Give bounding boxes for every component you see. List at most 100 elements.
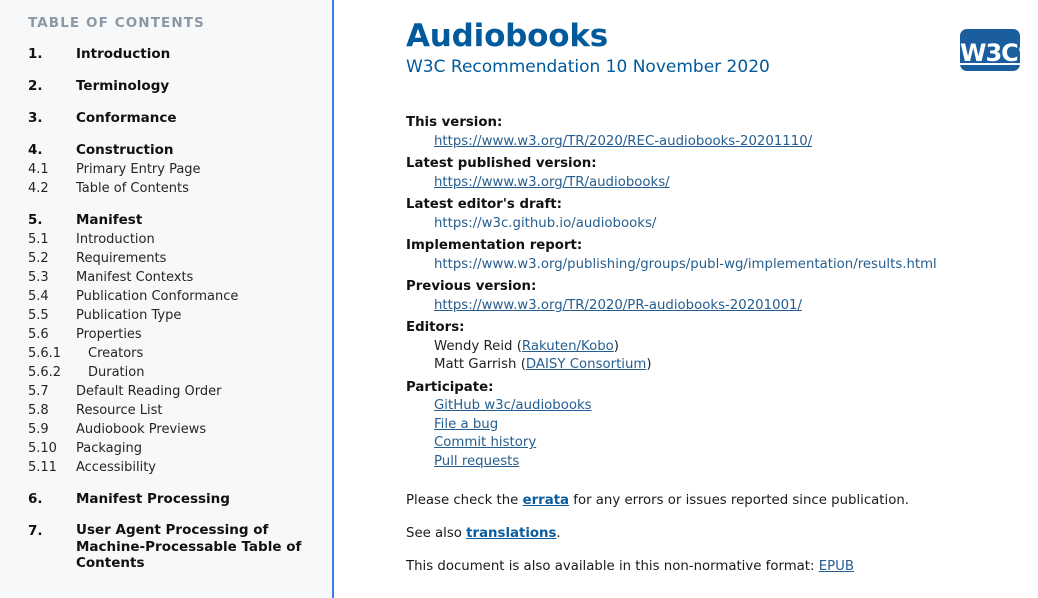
toc-item[interactable]: 5.3 Manifest Contexts (28, 268, 320, 287)
toc-item[interactable]: 5.11 Accessibility (28, 458, 320, 477)
errata-link[interactable]: errata (523, 493, 569, 508)
alternate-format-text: This document is also available in this … (406, 559, 819, 574)
errata-text-after: for any errors or issues reported since … (569, 493, 910, 508)
metadata-url-link[interactable]: https://www.w3.org/TR/2020/REC-audiobook… (434, 134, 812, 149)
toc-list: 1. Introduction 2. Terminology 3. Conformance… (28, 45, 320, 572)
toc-item-number: 5. (28, 212, 43, 228)
toc-item-number: 4.2 (28, 181, 49, 196)
toc-item[interactable]: 2. Terminology (28, 77, 320, 96)
toc-item-number: 5.7 (28, 384, 49, 399)
toc-item-number: 4. (28, 142, 43, 158)
table-of-contents-sidebar: TABLE OF CONTENTS 1. Introduction 2. Termin… (0, 0, 334, 598)
toc-item[interactable]: 4.1 Primary Entry Page (28, 160, 320, 179)
toc-item-number: 5.1 (28, 232, 49, 247)
metadata-term: Latest published version: (406, 156, 597, 171)
epub-format-link[interactable]: EPUB (819, 559, 854, 574)
metadata-url-link[interactable]: https://www.w3.org/TR/2020/PR-audiobooks… (434, 298, 802, 313)
toc-item-label: Introduction (76, 46, 171, 62)
editor-entry: Matt Garrish (DAISY Consortium) (434, 357, 652, 372)
translations-text-before: See also (406, 526, 467, 541)
toc-item[interactable]: 5.5 Publication Type (28, 306, 320, 325)
editor-name: Wendy Reid (434, 338, 513, 354)
alternate-format-paragraph: This document is also available in this … (406, 558, 1020, 576)
participate-link[interactable]: File a bug (434, 417, 498, 432)
toc-item-label: Terminology (76, 78, 170, 94)
toc-item[interactable]: 7. User Agent Processing of Machine-Proce… (28, 522, 320, 572)
metadata-url-link[interactable]: https://w3c.github.io/audiobooks/ (434, 216, 656, 231)
toc-item[interactable]: 5.1 Introduction (28, 230, 320, 249)
document-header: Audiobooks W3C Recommendation 10 Novembe… (406, 18, 1026, 90)
toc-item[interactable]: 5.6.2 Duration (28, 363, 320, 382)
toc-item[interactable]: 5.6.1 Creators (28, 344, 320, 363)
toc-item-label: Packaging (76, 441, 142, 456)
toc-item[interactable]: 5.6 Properties (28, 325, 320, 344)
metadata-value: https://www.w3.org/TR/2020/REC-audiobook… (434, 133, 1020, 152)
editor-affiliation-link[interactable]: Rakuten/Kobo (522, 339, 614, 354)
toc-item-label: Audiobook Previews (76, 422, 207, 437)
errata-text-before: Please check the (406, 493, 523, 508)
editor-name: Matt Garrish (434, 357, 517, 372)
toc-item-label: Introduction (76, 232, 155, 247)
toc-item-label: Conformance (76, 110, 177, 126)
metadata-value: https://www.w3.org/TR/audiobooks/ (434, 174, 1020, 193)
toc-item[interactable]: 5.8 Resource List (28, 401, 320, 420)
toc-item-label: Default Reading Order (76, 384, 222, 399)
toc-item-number: 1. (28, 46, 43, 62)
toc-item-number: 5.6.1 (28, 346, 62, 361)
metadata-value: https://www.w3.org/TR/2020/PR-audiobooks… (434, 297, 1020, 316)
toc-item[interactable]: 4.2 Table of Contents (28, 179, 320, 198)
document-main: Audiobooks W3C Recommendation 10 Novembe… (336, 0, 1038, 598)
toc-item[interactable]: 5.9 Audiobook Previews (28, 420, 320, 439)
toc-item[interactable]: 5.4 Publication Conformance (28, 287, 320, 306)
translations-text-after: . (556, 526, 561, 541)
w3c-logo[interactable]: W3C® (960, 29, 1026, 71)
toc-item[interactable]: 5.10 Packaging (28, 439, 320, 458)
participate-link[interactable]: Pull requests (434, 454, 519, 469)
errata-paragraph: Please check the errata for any errors o… (406, 492, 1020, 510)
toc-item-number: 5.10 (28, 441, 57, 456)
metadata-url-link[interactable]: https://www.w3.org/publishing/groups/pub… (434, 257, 937, 272)
metadata-term: This version: (406, 115, 503, 130)
toc-heading: TABLE OF CONTENTS (28, 15, 205, 31)
w3c-logo-text: W3C (960, 39, 1019, 67)
toc-item-label: Creators (88, 346, 144, 361)
toc-item-label: Publication Conformance (76, 289, 239, 304)
metadata-term: Previous version: (406, 279, 537, 294)
toc-item[interactable]: 5.2 Requirements (28, 249, 320, 268)
toc-item[interactable]: 5. Manifest (28, 211, 320, 230)
toc-item-label: Requirements (76, 251, 167, 266)
toc-item[interactable]: 1. Introduction (28, 45, 320, 64)
participate-link[interactable]: Commit history (434, 435, 536, 450)
translations-paragraph: See also translations. (406, 525, 1020, 543)
toc-item[interactable]: 4. Construction (28, 141, 320, 160)
participate-entry: GitHub w3c/audiobooks (434, 397, 1020, 416)
participate-entry: File a bug (434, 416, 1020, 435)
toc-item[interactable]: 6. Manifest Processing (28, 490, 320, 509)
metadata-url-link[interactable]: https://www.w3.org/TR/audiobooks/ (434, 175, 670, 190)
toc-item-label: Construction (76, 142, 174, 158)
toc-item-number: 7. (28, 523, 43, 539)
document-subtitle: W3C Recommendation 10 November 2020 (406, 57, 770, 77)
editor-entry: Wendy Reid (Rakuten/Kobo) (434, 338, 619, 354)
metadata-value: https://www.w3.org/publishing/groups/pub… (434, 256, 1020, 275)
toc-item-label: Manifest Processing (76, 491, 230, 507)
toc-item-label: User Agent Processing of Machine-Process… (76, 522, 302, 571)
toc-item[interactable]: 3. Conformance (28, 109, 320, 128)
participate-term: Participate: (406, 379, 494, 395)
editor-affiliation-link[interactable]: DAISY Consortium (526, 357, 646, 372)
toc-item-number: 5.2 (28, 251, 49, 266)
toc-item-number: 5.11 (28, 460, 57, 475)
toc-item[interactable]: 5.7 Default Reading Order (28, 382, 320, 401)
toc-item-label: Accessibility (76, 460, 156, 475)
translations-link[interactable]: translations (466, 526, 556, 541)
toc-item-label: Publication Type (76, 308, 182, 323)
toc-item-number: 4.1 (28, 162, 49, 177)
participate-entry: Commit history (434, 434, 1020, 453)
toc-item-number: 5.8 (28, 403, 49, 418)
page-title: Audiobooks (406, 18, 609, 54)
toc-item-label: Manifest Contexts (76, 270, 194, 285)
participate-link[interactable]: GitHub w3c/audiobooks (434, 398, 592, 413)
metadata-term: Implementation report: (406, 238, 583, 253)
toc-item-label: Manifest (76, 212, 143, 228)
participate-entry: Pull requests (434, 453, 1020, 472)
